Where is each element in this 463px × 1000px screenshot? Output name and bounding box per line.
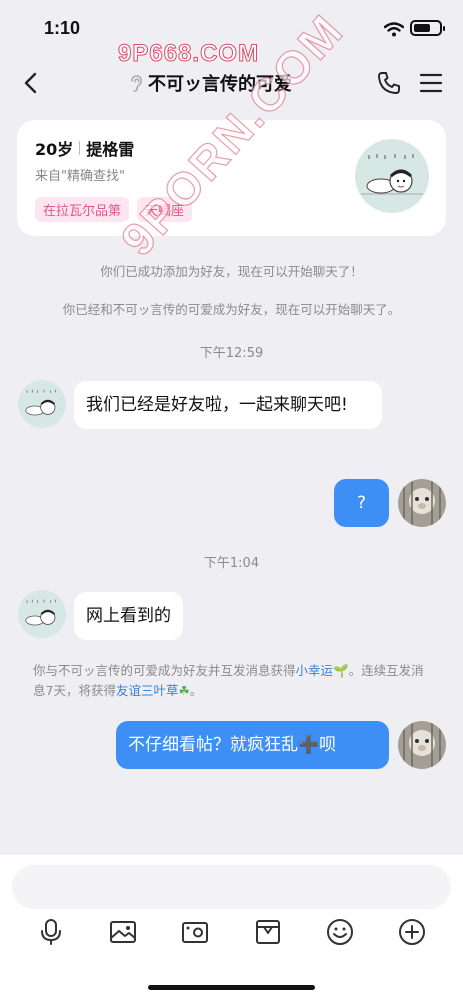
- divider: [79, 141, 81, 155]
- my-avatar[interactable]: [398, 721, 446, 769]
- contact-avatar[interactable]: [18, 590, 66, 638]
- profile-tag: 在拉瓦尔品第: [35, 197, 130, 222]
- profile-age: 20岁: [35, 140, 74, 159]
- image-icon[interactable]: [108, 917, 138, 947]
- clover-link[interactable]: 友谊三叶草: [116, 683, 179, 698]
- my-avatar[interactable]: [398, 479, 446, 527]
- message-bubble-incoming[interactable]: 网上看到的: [74, 592, 183, 640]
- menu-icon[interactable]: [418, 70, 444, 96]
- ear-icon: [131, 75, 142, 92]
- message-input[interactable]: [12, 865, 451, 909]
- timestamp: 下午1:04: [203, 556, 260, 571]
- clover-icon: ☘: [178, 683, 190, 698]
- luck-link[interactable]: 小幸运: [296, 663, 334, 678]
- profile-avatar[interactable]: [355, 139, 429, 213]
- battery-icon: [410, 20, 445, 36]
- voice-icon[interactable]: [36, 917, 66, 947]
- phone-icon[interactable]: [376, 70, 402, 96]
- plus-icon[interactable]: [397, 917, 427, 947]
- message-bubble-outgoing[interactable]: 不仔细看帖？就疯狂乱➕呗: [116, 721, 389, 769]
- sprout-icon: 🌱: [333, 663, 349, 678]
- status-time: 1:10: [44, 18, 81, 38]
- profile-source: 来自"精确查找": [35, 169, 125, 184]
- message-bubble-incoming[interactable]: 我们已经是好友啦，一起来聊天吧!: [74, 381, 382, 429]
- camera-icon[interactable]: [180, 917, 210, 947]
- message-bubble-outgoing[interactable]: ?: [334, 479, 389, 527]
- home-indicator: [148, 985, 315, 990]
- contact-avatar[interactable]: [18, 380, 66, 428]
- timestamp: 下午12:59: [199, 346, 264, 361]
- system-message-luck: 你与不可ッ言传的可爱成为好友并互发消息获得小幸运🌱。连续互发消息7天，将获得友谊…: [33, 661, 433, 701]
- luck-suffix: 。: [189, 683, 203, 698]
- emoji-icon[interactable]: [325, 917, 355, 947]
- profile-location: 提格雷: [86, 140, 135, 159]
- input-area: [0, 855, 463, 1000]
- wifi-icon: [384, 22, 404, 37]
- gift-icon[interactable]: [253, 917, 283, 947]
- system-message-added: 你们已成功添加为好友，现在可以开始聊天了！: [100, 264, 363, 279]
- back-icon[interactable]: [18, 70, 44, 96]
- system-message-friends: 你已经和不可ッ言传的可爱成为好友，现在可以开始聊天了。: [62, 302, 401, 317]
- profile-info-row: 20岁 提格雷: [35, 136, 134, 160]
- luck-prefix: 你与不可ッ言传的可爱成为好友并互发消息获得: [33, 663, 296, 678]
